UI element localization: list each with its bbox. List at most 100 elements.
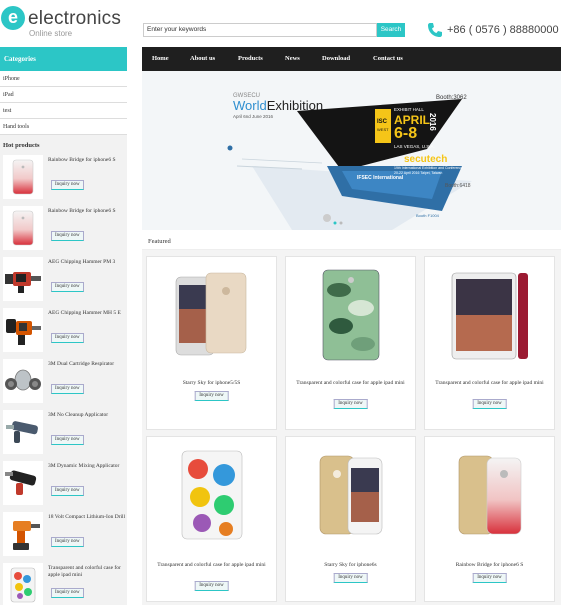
product-name[interactable]: Transparent and colorful case for apple … <box>151 562 272 569</box>
exhibition-banner[interactable]: GWSECU WorldExhibition April 6nd June 20… <box>142 71 561 230</box>
hot-product-name[interactable]: 18 Volt Compact Lithium-Ion Drill <box>48 514 126 521</box>
gold-phone-case-icon <box>319 455 382 535</box>
inquiry-button[interactable]: Inquiry now <box>51 333 84 343</box>
banner-date-line: April 6nd June 2016 <box>233 114 274 119</box>
phone-case-gradient-icon <box>12 210 34 246</box>
logo-icon[interactable]: e <box>1 6 25 30</box>
featured-grid: Starry Sky for iphone5/5S Inquiry now Tr… <box>142 250 561 605</box>
hot-product-name[interactable]: 3M Dual Cartridge Respirator <box>48 361 126 368</box>
hot-product-name[interactable]: Transparent and colorful case for apple … <box>48 565 126 579</box>
hot-product-item: 3M Dynamic Mixing Applicator Inquiry now <box>3 461 127 505</box>
hot-product-item: 3M No Cleanup Applicator Inquiry now <box>3 410 127 454</box>
nav-home[interactable]: Home <box>152 47 169 71</box>
category-item-test[interactable]: test <box>0 103 127 119</box>
hot-product-image[interactable] <box>3 512 43 556</box>
hot-product-name[interactable]: 3M No Cleanup Applicator <box>48 412 126 419</box>
banner-title-part2: Exhibition <box>266 98 324 113</box>
banner-graphic <box>142 71 561 230</box>
sidebar: Categories iPhone iPad test Hand tools H… <box>0 47 127 605</box>
inquiry-button[interactable]: Inquiry now <box>472 399 507 409</box>
hot-product-name[interactable]: AEG Chipping Hammer MH 5 E <box>48 310 126 317</box>
banner-isc: ISC <box>377 119 388 125</box>
hot-product-item: AEG Chipping Hammer PM 3 Inquiry now <box>3 257 127 301</box>
search-input[interactable]: Enter your keywords <box>143 23 377 37</box>
banner-secutech-sub: 19th International Exhibition and Confer… <box>394 166 464 170</box>
product-image[interactable] <box>286 443 415 547</box>
inquiry-button[interactable]: Inquiry now <box>194 391 229 401</box>
inquiry-button[interactable]: Inquiry now <box>51 537 84 547</box>
inquiry-button[interactable]: Inquiry now <box>51 486 84 496</box>
nav-products[interactable]: Products <box>238 47 263 71</box>
applicator-icon <box>6 421 38 443</box>
phone-number: +86 ( 0576 ) 88880000 <box>447 24 559 36</box>
logo-title[interactable]: electronics <box>28 8 121 30</box>
site-header: e electronics Online store Enter your ke… <box>0 0 565 46</box>
product-name[interactable]: Transparent and colorful case for apple … <box>290 380 411 387</box>
product-card: Transparent and colorful case for apple … <box>285 256 416 430</box>
hot-product-image[interactable] <box>3 410 43 454</box>
banner-secutech: secutech <box>404 154 448 165</box>
hot-product-name[interactable]: AEG Chipping Hammer PM 3 <box>48 259 126 266</box>
banner-year: 2016 <box>428 113 437 131</box>
drill-icon <box>13 521 40 550</box>
product-name[interactable]: Rainbow Bridge for iphone6 S <box>429 562 550 569</box>
product-name[interactable]: Starry Sky for iphone6s <box>290 562 411 569</box>
inquiry-button[interactable]: Inquiry now <box>194 581 229 591</box>
nav-download[interactable]: Download <box>322 47 350 71</box>
product-image[interactable] <box>286 263 415 367</box>
inquiry-button[interactable]: Inquiry now <box>472 573 507 583</box>
product-card: Transparent and colorful case for apple … <box>424 256 555 430</box>
product-card: Rainbow Bridge for iphone6 S Inquiry now <box>424 436 555 602</box>
nav-news[interactable]: News <box>285 47 300 71</box>
inquiry-button[interactable]: Inquiry now <box>51 384 84 394</box>
product-name[interactable]: Transparent and colorful case for apple … <box>429 380 550 387</box>
respirator-icon <box>5 369 41 391</box>
hot-product-item: Rainbow Bridge for iphone6 S Inquiry now <box>3 155 127 199</box>
nav-contact-us[interactable]: Contact us <box>373 47 403 71</box>
category-item-ipad[interactable]: iPad <box>0 87 127 103</box>
hot-product-name[interactable]: Rainbow Bridge for iphone6 S <box>48 157 126 164</box>
inquiry-button[interactable]: Inquiry now <box>51 435 84 445</box>
inquiry-button[interactable]: Inquiry now <box>51 282 84 292</box>
product-image[interactable] <box>147 443 276 547</box>
hot-product-image[interactable] <box>3 257 43 301</box>
product-name[interactable]: Starry Sky for iphone5/5S <box>151 380 272 387</box>
chipping-hammer-icon <box>6 319 41 345</box>
inquiry-button[interactable]: Inquiry now <box>51 588 84 598</box>
mixing-applicator-icon <box>5 470 37 495</box>
hot-product-image[interactable] <box>3 563 43 605</box>
hot-product-image[interactable] <box>3 155 43 199</box>
starry-case-icon <box>175 272 246 356</box>
inquiry-button[interactable]: Inquiry now <box>333 573 368 583</box>
category-item-iphone[interactable]: iPhone <box>0 71 127 87</box>
hot-products-list: Rainbow Bridge for iphone6 S Inquiry now… <box>0 155 127 605</box>
hot-product-name[interactable]: Rainbow Bridge for iphone6 S <box>48 208 126 215</box>
inquiry-button[interactable]: Inquiry now <box>51 180 84 190</box>
category-item-hand-tools[interactable]: Hand tools <box>0 119 127 135</box>
inquiry-button[interactable]: Inquiry now <box>51 231 84 241</box>
hot-product-image[interactable] <box>3 206 43 250</box>
rainbow-phone-case-icon <box>458 455 521 535</box>
banner-days: 6-8 <box>394 125 418 142</box>
nav-about-us[interactable]: About us <box>190 47 215 71</box>
product-image[interactable] <box>425 263 554 367</box>
search-button[interactable]: Search <box>377 23 405 37</box>
inquiry-button[interactable]: Inquiry now <box>333 399 368 409</box>
logo-subtitle: Online store <box>29 29 73 38</box>
camo-case-icon <box>322 269 379 361</box>
hot-product-name[interactable]: 3M Dynamic Mixing Applicator <box>48 463 126 470</box>
product-image[interactable] <box>147 263 276 367</box>
phone-icon <box>428 23 442 37</box>
banner-exhibit-hall: EXHIBIT HALL <box>394 107 424 112</box>
banner-booth-mid: Booth:6418 <box>445 183 471 189</box>
hot-product-image[interactable] <box>3 461 43 505</box>
hot-product-image[interactable] <box>3 308 43 352</box>
colorful-ipad-case-icon <box>181 450 242 540</box>
red-ipad-case-icon <box>451 272 528 360</box>
ipad-case-icon <box>10 567 36 603</box>
hot-product-image[interactable] <box>3 359 43 403</box>
product-image[interactable] <box>425 443 554 547</box>
hot-product-item: 3M Dual Cartridge Respirator Inquiry now <box>3 359 127 403</box>
banner-booth-top: Booth:3062 <box>436 95 467 101</box>
banner-city: LAS VEGAS, U.S.A. <box>394 144 435 149</box>
